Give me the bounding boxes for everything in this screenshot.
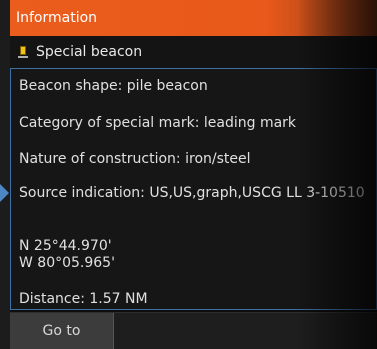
- latitude-text: N 25°44.970': [19, 238, 112, 254]
- longitude-text: W 80°05.965': [19, 255, 115, 271]
- dialog-title: Information: [16, 10, 98, 26]
- left-edge-strip: [0, 0, 10, 349]
- dialog-title-bar: Information: [10, 0, 377, 36]
- category-text: Category of special mark: leading mark: [19, 115, 297, 131]
- goto-button[interactable]: Go to: [10, 313, 114, 349]
- object-name: Special beacon: [36, 44, 143, 60]
- pointer-arrow-icon: [0, 184, 9, 202]
- object-header-row[interactable]: Special beacon: [10, 36, 377, 68]
- construction-text: Nature of construction: iron/steel: [19, 151, 251, 167]
- beacon-shape-text: Beacon shape: pile beacon: [19, 78, 208, 94]
- beacon-icon: [18, 45, 28, 59]
- action-bar: Go to: [10, 312, 377, 349]
- details-panel: Beacon shape: pile beacon Category of sp…: [10, 68, 377, 310]
- source-text: Source indication: US,US,graph,USCG LL 3…: [19, 185, 365, 201]
- info-dialog: Information Special beacon Beacon shape:…: [0, 0, 377, 349]
- distance-text: Distance: 1.57 NM: [19, 291, 148, 307]
